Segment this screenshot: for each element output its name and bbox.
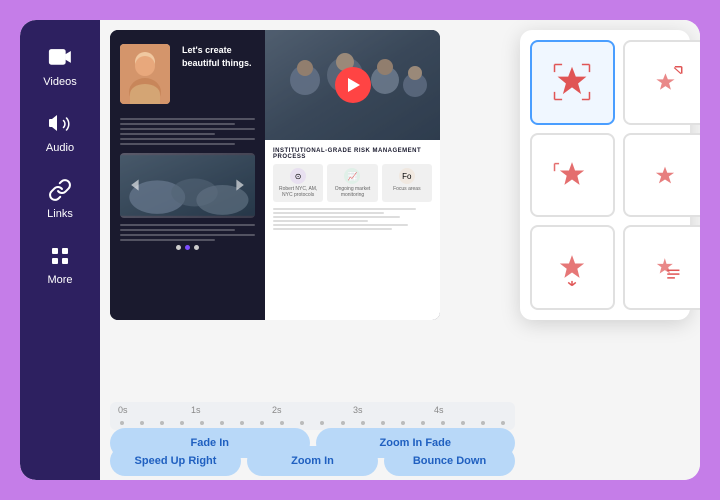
sidebar-links-label: Links: [47, 208, 73, 220]
more-icon: [46, 242, 74, 270]
anim-cell-bottom[interactable]: [530, 225, 615, 310]
sidebar: Videos Audio Links: [20, 20, 100, 480]
timeline-ruler: 0s 1s 2s 3s 4s: [110, 402, 515, 430]
timeline-dot: [260, 421, 264, 425]
animation-picker: [520, 30, 690, 320]
doc-card-2: 📈 Ongoing market monitoring: [327, 164, 377, 202]
sidebar-item-videos[interactable]: Videos: [28, 36, 92, 96]
timeline-dot: [320, 421, 324, 425]
timeline-dot: [200, 421, 204, 425]
sidebar-item-links[interactable]: Links: [28, 168, 92, 228]
sidebar-audio-label: Audio: [46, 142, 74, 154]
sidebar-item-audio[interactable]: Audio: [28, 102, 92, 162]
doc-right-text: [273, 208, 432, 230]
timeline-dot: [300, 421, 304, 425]
timeline-label-2s: 2s: [272, 405, 282, 415]
play-triangle-icon: [348, 78, 360, 92]
card-3-text: Focus areas: [393, 186, 421, 192]
timeline-dots-row: [120, 421, 505, 425]
timeline-label-1s: 1s: [191, 405, 201, 415]
sidebar-more-label: More: [47, 274, 72, 286]
anim-cell-line[interactable]: [623, 225, 700, 310]
bounce-down-button[interactable]: Bounce Down: [384, 446, 515, 476]
doc-meeting-image: [265, 30, 440, 140]
timeline-dot: [381, 421, 385, 425]
doc-right-panel: INSTITUTIONAL-GRADE RISK MANAGEMENT PROC…: [265, 30, 440, 320]
play-button[interactable]: [335, 67, 371, 103]
anim-cell-left[interactable]: [530, 133, 615, 218]
doc-card-3: Fo Focus areas: [382, 164, 432, 202]
timeline-dot: [361, 421, 365, 425]
card-2-text: Ongoing market monitoring: [331, 186, 373, 198]
doc-portrait-image: [120, 44, 170, 104]
doc-hands-image: [120, 153, 255, 218]
videos-icon: [46, 44, 74, 72]
anim-line-inner: [625, 227, 700, 308]
pagination-dot-3: [194, 245, 199, 250]
timeline-dot: [461, 421, 465, 425]
timeline-dot: [140, 421, 144, 425]
zoom-in-button[interactable]: Zoom In: [247, 446, 378, 476]
timeline-dot: [401, 421, 405, 425]
timeline-dot: [160, 421, 164, 425]
doc-pagination: [120, 245, 255, 250]
sidebar-item-more[interactable]: More: [28, 234, 92, 294]
timeline-container: 0s 1s 2s 3s 4s: [110, 402, 515, 430]
main-container: Videos Audio Links: [20, 20, 700, 480]
speed-up-right-button[interactable]: Speed Up Right: [110, 446, 241, 476]
timeline-dot: [501, 421, 505, 425]
doc-risk-content: INSTITUTIONAL-GRADE RISK MANAGEMENT PROC…: [265, 140, 440, 240]
doc-card-1: ⊙ Robert NYC, AM, NYC protocols: [273, 164, 323, 202]
sidebar-videos-label: Videos: [43, 76, 76, 88]
doc-cards-row: ⊙ Robert NYC, AM, NYC protocols 📈 Ongoin…: [273, 164, 432, 202]
timeline-dot: [240, 421, 244, 425]
timeline-dot: [220, 421, 224, 425]
timeline-dot: [481, 421, 485, 425]
card-3-icon: Fo: [399, 168, 415, 184]
content-area: Let's create beautiful things.: [100, 20, 700, 480]
doc-left-panel: Let's create beautiful things.: [110, 30, 265, 320]
anim-cell-expand[interactable]: [530, 40, 615, 125]
doc-risk-title: INSTITUTIONAL-GRADE RISK MANAGEMENT PROC…: [273, 148, 432, 160]
timeline-label-0s: 0s: [118, 405, 128, 415]
anim-cell-corner[interactable]: [623, 40, 700, 125]
card-1-icon: ⊙: [290, 168, 306, 184]
timeline-dot: [120, 421, 124, 425]
card-1-text: Robert NYC, AM, NYC protocols: [277, 186, 319, 198]
card-2-icon: 📈: [344, 168, 360, 184]
timeline-dot: [341, 421, 345, 425]
anim-left-inner: [532, 135, 613, 216]
anim-cell-small[interactable]: [623, 133, 700, 218]
document-preview: Let's create beautiful things.: [110, 30, 440, 320]
timeline-dot: [441, 421, 445, 425]
timeline-dot: [421, 421, 425, 425]
links-icon: [46, 176, 74, 204]
doc-headline: Let's create beautiful things.: [182, 44, 255, 69]
pagination-dot-2: [185, 245, 190, 250]
button-row-bottom: Speed Up Right Zoom In Bounce Down: [110, 446, 515, 476]
timeline-dot: [180, 421, 184, 425]
anim-small-inner: [625, 135, 700, 216]
audio-icon: [46, 110, 74, 138]
timeline-label-3s: 3s: [353, 405, 363, 415]
anim-expand-inner: [532, 42, 613, 123]
timeline-label-4s: 4s: [434, 405, 444, 415]
timeline-dot: [280, 421, 284, 425]
pagination-dot-1: [176, 245, 181, 250]
anim-bottom-inner: [532, 227, 613, 308]
anim-corner-inner: [625, 42, 700, 123]
doc-text-block-1: [120, 118, 255, 145]
doc-text-block-2: [120, 224, 255, 241]
